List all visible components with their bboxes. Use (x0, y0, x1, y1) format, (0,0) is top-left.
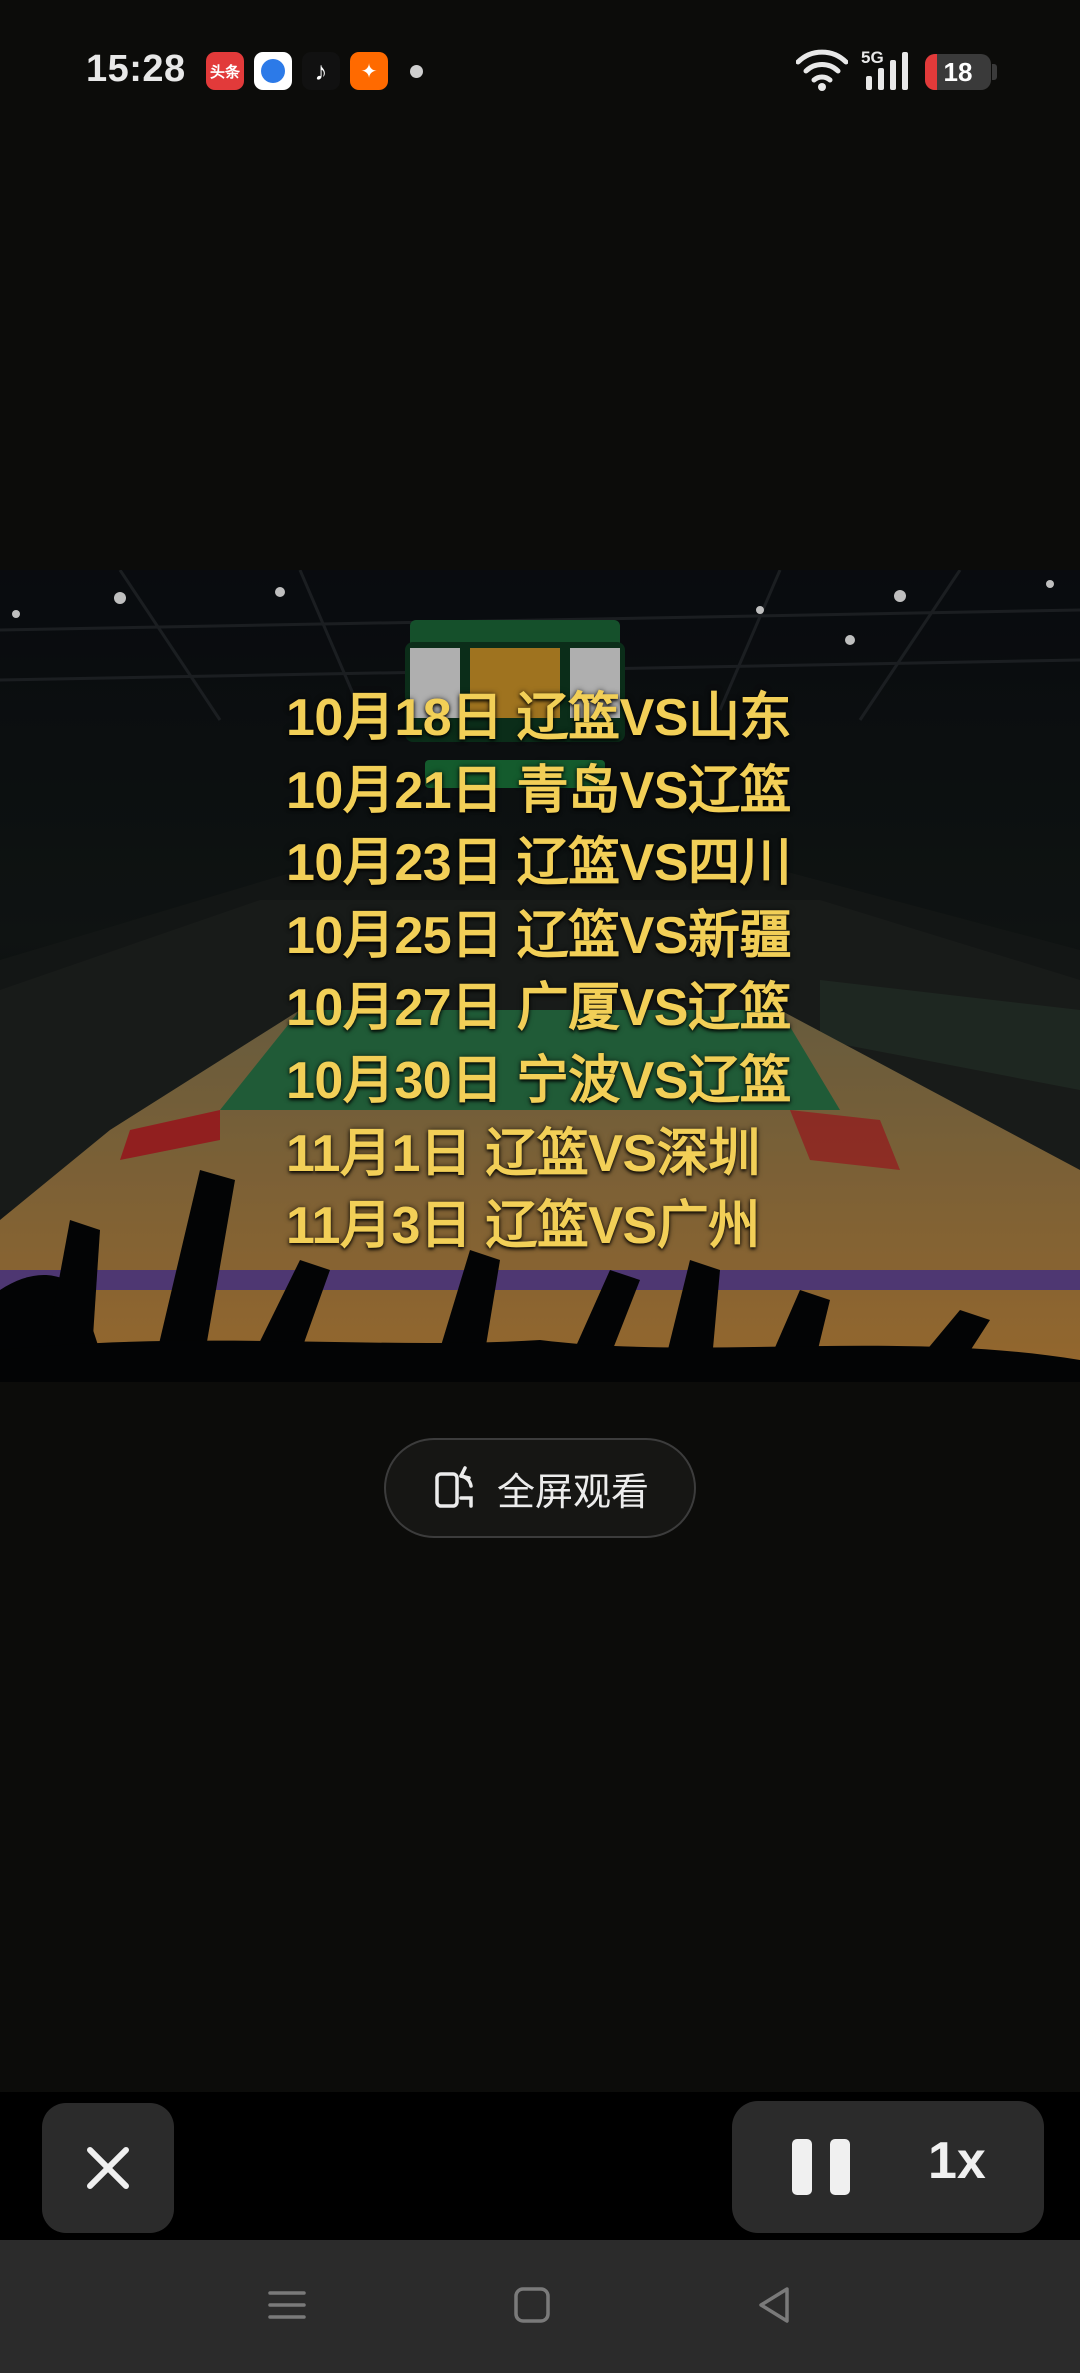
more-notifications-dot (410, 65, 423, 78)
pause-icon-bar (792, 2139, 812, 2195)
schedule-line: 10月18日 辽篮VS山东 (286, 689, 792, 747)
battery-tip (992, 64, 997, 80)
battery-fill (925, 54, 937, 90)
playback-panel: 1x (732, 2101, 1044, 2233)
video-viewer-screen: 15:28 头条 ♪ ✦ 5G 18 10月18日 辽篮VS山东 10月21日 … (0, 0, 1080, 2373)
signal-icon (866, 52, 908, 90)
xigua-app-icon: ✦ (350, 52, 388, 90)
fullscreen-label: 全屏观看 (496, 1471, 649, 1514)
match-schedule-overlay: 10月18日 辽篮VS山东 10月21日 青岛VS辽篮 10月23日 辽篮VS四… (286, 682, 826, 1263)
wifi-icon (796, 49, 848, 91)
toutiao-app-icon: 头条 (206, 52, 244, 90)
tiktok-app-icon: ♪ (302, 52, 340, 90)
schedule-line: 11月1日 辽篮VS深圳 (286, 1124, 760, 1183)
pause-button[interactable] (792, 2139, 852, 2195)
status-time: 15:28 (86, 48, 186, 90)
back-icon[interactable] (753, 2284, 795, 2326)
schedule-line: 10月30日 宁波VS辽篮 (286, 1051, 792, 1110)
video-player[interactable]: 10月18日 辽篮VS山东 10月21日 青岛VS辽篮 10月23日 辽篮VS四… (0, 570, 1080, 1382)
schedule-line: 10月21日 青岛VS辽篮 (286, 761, 792, 820)
schedule-line: 10月27日 广厦VS辽篮 (286, 979, 792, 1038)
playback-speed-button[interactable]: 1x (928, 2131, 986, 2191)
battery-percent: 18 (943, 56, 973, 87)
schedule-line: 11月3日 辽篮VS广州 (286, 1197, 760, 1256)
home-icon[interactable] (511, 2284, 553, 2326)
system-navigation-bar (0, 2240, 1080, 2373)
browser-app-icon (254, 52, 292, 90)
rotate-screen-icon (435, 1466, 473, 1508)
battery-icon: 18 (925, 54, 991, 90)
menu-icon[interactable] (266, 2284, 308, 2326)
fullscreen-button[interactable]: 全屏观看 (384, 1438, 696, 1538)
pause-icon-bar (830, 2139, 850, 2195)
status-bar: 15:28 头条 ♪ ✦ 5G 18 (0, 0, 1080, 140)
schedule-line: 10月23日 辽篮VS四川 (286, 834, 792, 893)
close-button[interactable] (42, 2103, 174, 2233)
close-icon (87, 2147, 129, 2189)
schedule-line: 10月25日 辽篮VS新疆 (286, 906, 792, 965)
